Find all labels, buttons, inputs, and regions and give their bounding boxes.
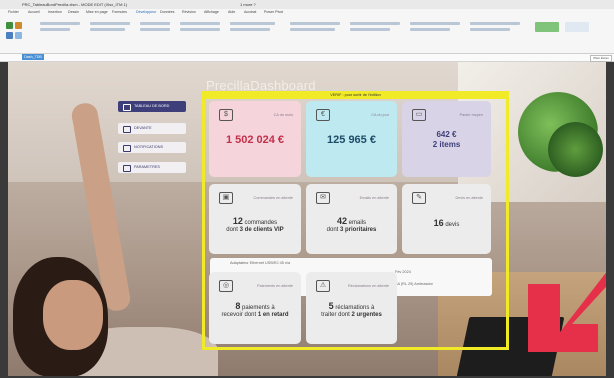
ribbon-group-controls[interactable] (180, 22, 220, 25)
tab-power-pivot[interactable]: Power Pivot (264, 10, 283, 14)
menu-label: NOTIFICATIONS (134, 145, 164, 149)
ribbon-group-number-2[interactable] (140, 28, 170, 31)
ribbon-group-cells[interactable] (410, 22, 460, 25)
tab-affichage[interactable]: Affichage (204, 10, 219, 14)
tab-accueil[interactable]: Accueil (28, 10, 40, 14)
addin-2-icon[interactable] (565, 22, 589, 32)
title-bar: PRC_TableauBordPrecilla.xlsm - MODE EDIT… (0, 0, 614, 9)
tab-dessin[interactable]: Dessin (68, 10, 79, 14)
user-icon (123, 126, 131, 133)
app-window: PRC_TableauBordPrecilla.xlsm - MODE EDIT… (0, 0, 614, 378)
edit-area-highlight (202, 91, 509, 350)
bell-icon (123, 145, 131, 152)
ribbon-group-align[interactable] (90, 22, 130, 25)
ribbon-group-font[interactable] (40, 22, 80, 25)
menu-label: PARAMETRES (134, 165, 160, 169)
menu-notifications[interactable]: NOTIFICATIONS (118, 142, 186, 153)
tab-aide[interactable]: Aide (228, 10, 235, 14)
dashboard-icon (123, 104, 131, 111)
tab-mise-en-page[interactable]: Mise en page (86, 10, 108, 14)
ribbon-toolbar (0, 18, 614, 52)
ribbon-group-tools-2[interactable] (290, 28, 335, 31)
addin-icon[interactable] (535, 22, 559, 32)
tab-developpeur[interactable]: Développeur (136, 10, 156, 14)
tab-insertion[interactable]: Insertion (48, 10, 62, 14)
menu-devante[interactable]: DEVANTE (118, 123, 186, 134)
ribbon-group-tools[interactable] (290, 22, 340, 25)
tab-fichier[interactable]: Fichier (8, 10, 19, 14)
window-title: PRC_TableauBordPrecilla.xlsm - MODE EDIT… (22, 2, 128, 7)
formula-bar[interactable] (0, 54, 614, 62)
menu-label: TABLEAU DE BORD (134, 104, 170, 108)
menu-parametres[interactable]: PARAMETRES (118, 162, 186, 173)
undo-icon[interactable] (15, 22, 22, 29)
menu-tableau-de-bord[interactable]: TABLEAU DE BORD (118, 101, 186, 112)
ribbon-group-edit-2[interactable] (470, 28, 510, 31)
ribbon-group-align-2[interactable] (90, 28, 125, 31)
user-label: 1 more ? (240, 2, 256, 7)
tab-revision[interactable]: Révision (182, 10, 196, 14)
ribbon-group-number[interactable] (140, 22, 170, 25)
tab-formules[interactable]: Formules (112, 10, 127, 14)
edit-notice: VERIF : pour sortir de l'édition (204, 92, 507, 99)
ribbon-group-controls-2[interactable] (180, 28, 220, 31)
ribbon-group-xml[interactable] (230, 22, 275, 25)
ribbon-group-styles[interactable] (350, 22, 400, 25)
ribbon-group-styles-2[interactable] (350, 28, 390, 31)
save-icon[interactable] (6, 22, 13, 29)
ribbon-tabs: Fichier Accueil Insertion Dessin Mise en… (0, 9, 614, 17)
paste-icon[interactable] (6, 32, 13, 39)
settings-icon (123, 165, 131, 172)
tab-acrobat[interactable]: Acrobat (244, 10, 256, 14)
sheet-tab[interactable]: Dash_TDB (22, 54, 44, 60)
ribbon-group-font-2[interactable] (40, 28, 70, 31)
ribbon-group-cells-2[interactable] (410, 28, 450, 31)
red-arrow-icon (528, 272, 606, 352)
plant-image-2 (548, 122, 603, 177)
person-face-image (43, 280, 103, 350)
tab-donnees[interactable]: Données (160, 10, 174, 14)
fullscreen-button[interactable]: Plein Écran (590, 55, 612, 62)
format-icon[interactable] (15, 32, 22, 39)
menu-label: DEVANTE (134, 126, 152, 130)
ribbon-group-edit[interactable] (470, 22, 520, 25)
ribbon-group-xml-2[interactable] (230, 28, 270, 31)
